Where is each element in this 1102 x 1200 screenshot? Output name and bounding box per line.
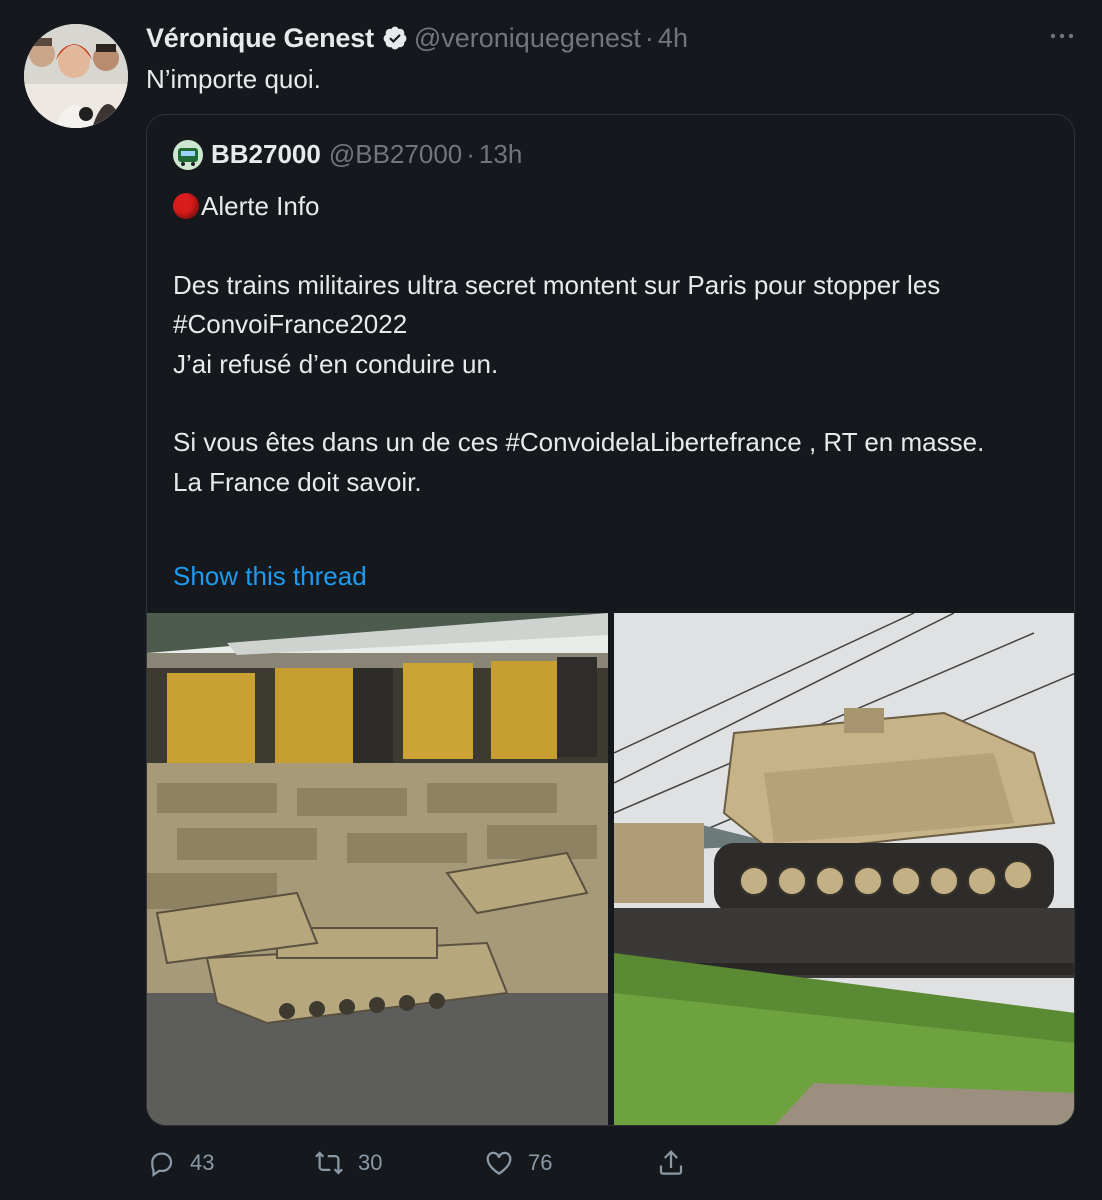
quoted-time[interactable]: 13h (479, 139, 522, 170)
quoted-line-3: J’ai refusé d’en conduire un. (173, 348, 499, 379)
verified-badge-icon (383, 26, 407, 50)
retweet-icon (315, 1151, 343, 1175)
retweet-button[interactable]: 30 (314, 1148, 382, 1178)
quoted-line-5: La France doit savoir. (173, 466, 422, 497)
author-handle[interactable]: @veroniquegenest (414, 23, 641, 54)
separator: · (644, 22, 654, 53)
like-icon (486, 1151, 512, 1175)
quoted-line-2: Des trains militaires ultra secret monte… (173, 269, 941, 340)
reply-icon (151, 1152, 173, 1178)
author-name[interactable]: Véronique Genest (146, 23, 374, 54)
like-count: 76 (528, 1150, 553, 1175)
alert-label: Alerte Info (201, 191, 320, 221)
tweet-actions: 43 30 76 (0, 1148, 1102, 1188)
media-image-tank-depot[interactable] (147, 613, 608, 1126)
share-button[interactable] (656, 1148, 700, 1178)
quoted-header: BB27000 @BB27000 · 13h (173, 139, 522, 170)
quoted-author-handle[interactable]: @BB27000 (329, 139, 462, 170)
author-avatar[interactable] (24, 24, 128, 128)
quoted-line-4: Si vous êtes dans un de ces #ConvoidelaL… (173, 427, 985, 457)
quoted-body: Alerte Info Des trains militaires ultra … (173, 187, 1053, 502)
quoted-tweet[interactable]: BB27000 @BB27000 · 13h Alerte Info Des t… (146, 114, 1075, 1126)
quoted-separator: · (466, 139, 475, 169)
more-icon[interactable] (1048, 26, 1076, 46)
tweet-time[interactable]: 4h (658, 23, 688, 54)
like-button[interactable]: 76 (484, 1148, 552, 1178)
retweet-count: 30 (358, 1150, 383, 1175)
red-circle-icon (173, 193, 199, 219)
tweet-text: N’importe quoi. (146, 64, 321, 94)
media-image-tank-train[interactable] (614, 613, 1075, 1126)
quoted-line-alert: Alerte Info (173, 187, 1053, 227)
share-icon (659, 1150, 683, 1175)
quoted-media (147, 613, 1075, 1126)
reply-button[interactable]: 43 (146, 1148, 214, 1178)
quoted-author-name[interactable]: BB27000 (211, 139, 321, 170)
show-thread-link[interactable]: Show this thread (173, 561, 367, 592)
tweet-header: Véronique Genest @veroniquegenest · 4h (146, 20, 688, 56)
reply-count: 43 (190, 1150, 215, 1175)
quoted-avatar[interactable] (173, 139, 203, 170)
